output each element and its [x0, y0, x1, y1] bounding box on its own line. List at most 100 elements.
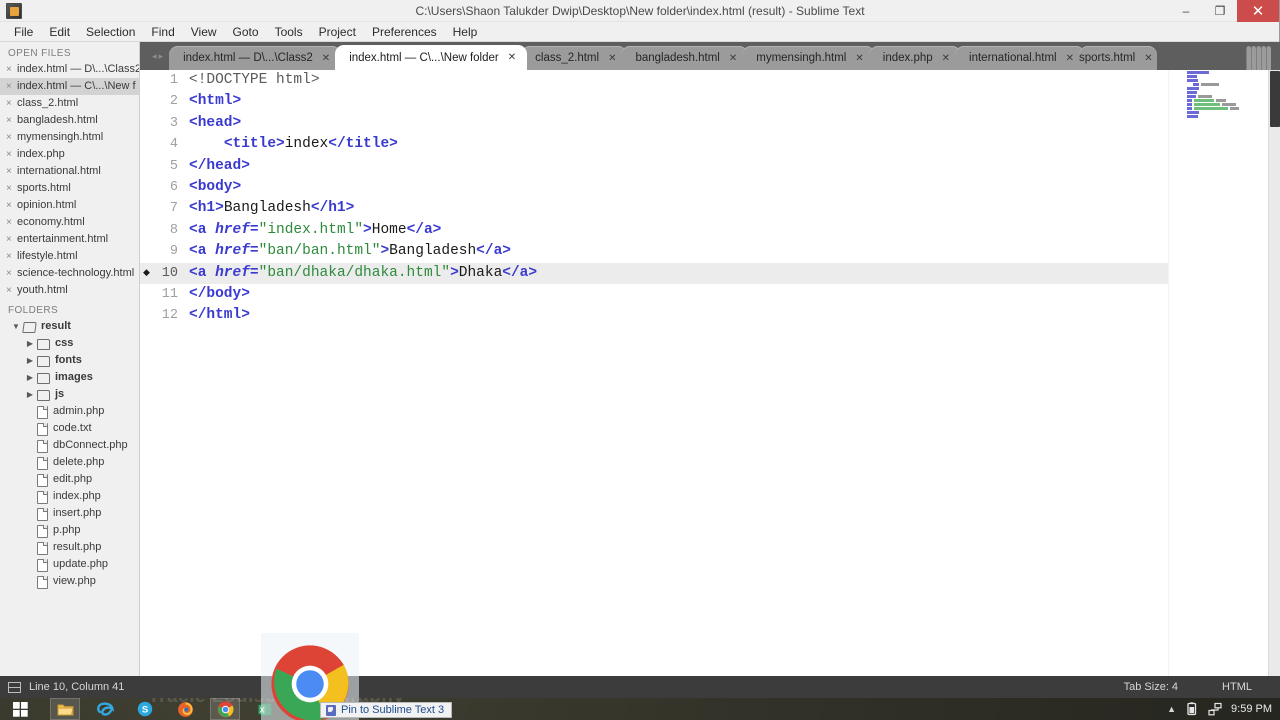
- maximize-button[interactable]: ❐: [1203, 0, 1237, 22]
- tree-file-item[interactable]: view.php: [0, 573, 139, 590]
- open-file-item[interactable]: × entertainment.html: [0, 231, 139, 248]
- skype-button[interactable]: S: [130, 698, 160, 720]
- code-line[interactable]: <head>: [185, 113, 1280, 134]
- editor-tab[interactable]: international.html ✕: [955, 46, 1085, 70]
- close-button[interactable]: ✕: [1237, 0, 1279, 22]
- tree-folder-item[interactable]: ▶ images: [0, 369, 139, 386]
- tree-file-item[interactable]: dbConnect.php: [0, 437, 139, 454]
- open-file-item[interactable]: × opinion.html: [0, 197, 139, 214]
- close-icon[interactable]: ×: [6, 112, 17, 129]
- tab-next-icon[interactable]: ▸: [159, 51, 166, 62]
- close-icon[interactable]: ×: [6, 78, 17, 95]
- code-line[interactable]: <!DOCTYPE html>: [185, 70, 1280, 91]
- open-file-item[interactable]: × economy.html: [0, 214, 139, 231]
- code-line[interactable]: <a href="index.html">Home</a>: [185, 220, 1280, 241]
- scrollbar-thumb[interactable]: [1270, 71, 1280, 127]
- code-line[interactable]: <html>: [185, 91, 1280, 112]
- open-file-item[interactable]: × sports.html: [0, 180, 139, 197]
- open-file-item[interactable]: × index.php: [0, 146, 139, 163]
- code-line[interactable]: </body>: [185, 284, 1280, 305]
- vertical-scrollbar[interactable]: [1268, 70, 1280, 676]
- close-icon[interactable]: ×: [6, 214, 17, 231]
- close-icon[interactable]: ✕: [508, 52, 516, 63]
- tree-file-item[interactable]: edit.php: [0, 471, 139, 488]
- tab-overflow-stack[interactable]: [1246, 44, 1280, 70]
- internet-explorer-button[interactable]: [90, 698, 120, 720]
- menu-item-edit[interactable]: Edit: [41, 22, 78, 42]
- code-line[interactable]: </head>: [185, 156, 1280, 177]
- code-line[interactable]: <a href="ban/ban.html">Bangladesh</a>: [185, 241, 1280, 262]
- close-icon[interactable]: ✕: [1144, 53, 1152, 64]
- minimap[interactable]: [1168, 70, 1280, 676]
- close-icon[interactable]: ×: [6, 248, 17, 265]
- code-line[interactable]: <title>index</title>: [185, 134, 1280, 155]
- tree-file-item[interactable]: code.txt: [0, 420, 139, 437]
- open-file-item[interactable]: × index.html — D\...\Class2: [0, 61, 139, 78]
- open-file-item[interactable]: × bangladesh.html: [0, 112, 139, 129]
- code-line[interactable]: <h1>Bangladesh</h1>: [185, 198, 1280, 219]
- close-icon[interactable]: ×: [6, 163, 17, 180]
- open-file-item[interactable]: × international.html: [0, 163, 139, 180]
- editor-tab[interactable]: index.html — C\...\New folder ✕: [335, 45, 528, 70]
- open-file-item[interactable]: × lifestyle.html: [0, 248, 139, 265]
- editor-tab[interactable]: mymensingh.html ✕: [742, 46, 875, 70]
- syntax-label[interactable]: HTML: [1200, 681, 1274, 693]
- close-icon[interactable]: ×: [6, 61, 17, 78]
- close-icon[interactable]: ×: [6, 197, 17, 214]
- taskbar-clock[interactable]: 9:59 PM: [1231, 703, 1272, 715]
- close-icon[interactable]: ×: [6, 265, 17, 282]
- close-icon[interactable]: ×: [6, 146, 17, 163]
- tab-navigation-arrows[interactable]: ◂ ▸: [150, 42, 167, 70]
- editor-tab[interactable]: bangladesh.html ✕: [621, 46, 749, 70]
- close-icon[interactable]: ×: [6, 231, 17, 248]
- start-button[interactable]: [0, 698, 40, 720]
- file-explorer-button[interactable]: [50, 698, 80, 720]
- tree-file-item[interactable]: insert.php: [0, 505, 139, 522]
- close-icon[interactable]: ×: [6, 95, 17, 112]
- close-icon[interactable]: ✕: [729, 53, 737, 64]
- open-file-item[interactable]: × science-technology.html: [0, 265, 139, 282]
- open-file-item[interactable]: × youth.html: [0, 282, 139, 299]
- tree-file-item[interactable]: result.php: [0, 539, 139, 556]
- battery-icon[interactable]: [1185, 702, 1199, 716]
- code-line[interactable]: </html>: [185, 305, 1280, 326]
- tab-sliver[interactable]: [1266, 46, 1271, 70]
- network-icon[interactable]: [1208, 702, 1222, 716]
- close-icon[interactable]: ✕: [608, 53, 616, 64]
- chevron-down-icon[interactable]: ▼: [10, 318, 22, 335]
- close-icon[interactable]: ✕: [855, 53, 863, 64]
- code-area[interactable]: 123456789101112 <!DOCTYPE html><html><he…: [140, 70, 1280, 676]
- tree-folder-item[interactable]: ▶ css: [0, 335, 139, 352]
- chevron-right-icon[interactable]: ▶: [24, 352, 36, 369]
- tree-file-item[interactable]: delete.php: [0, 454, 139, 471]
- tree-folder-item[interactable]: ▶ fonts: [0, 352, 139, 369]
- open-file-item[interactable]: × class_2.html: [0, 95, 139, 112]
- tray-expand-icon[interactable]: ▲: [1167, 704, 1176, 714]
- menu-item-tools[interactable]: Tools: [267, 22, 311, 42]
- tree-file-item[interactable]: admin.php: [0, 403, 139, 420]
- code-text[interactable]: <!DOCTYPE html> <html> <head> <title>index…: [185, 70, 1280, 676]
- code-line[interactable]: <body>: [185, 177, 1280, 198]
- close-icon[interactable]: ×: [6, 282, 17, 299]
- tree-file-item[interactable]: index.php: [0, 488, 139, 505]
- close-icon[interactable]: ×: [6, 180, 17, 197]
- editor-tab[interactable]: sports.html ✕: [1079, 46, 1157, 70]
- sidebar-toggle-icon[interactable]: [8, 681, 21, 693]
- menu-item-goto[interactable]: Goto: [225, 22, 267, 42]
- menu-item-find[interactable]: Find: [143, 22, 182, 42]
- code-line[interactable]: <a href="ban/dhaka/dhaka.html">Dhaka</a>: [185, 262, 1280, 284]
- chrome-taskbar-button[interactable]: [210, 698, 240, 720]
- tree-file-item[interactable]: p.php: [0, 522, 139, 539]
- minimize-button[interactable]: –: [1169, 0, 1203, 22]
- editor-tab[interactable]: index.php ✕: [868, 46, 962, 70]
- menu-item-project[interactable]: Project: [311, 22, 364, 42]
- open-file-item[interactable]: × mymensingh.html: [0, 129, 139, 146]
- close-icon[interactable]: ✕: [322, 53, 330, 64]
- chevron-right-icon[interactable]: ▶: [24, 335, 36, 352]
- menu-item-help[interactable]: Help: [445, 22, 486, 42]
- editor-tab[interactable]: class_2.html ✕: [521, 46, 628, 70]
- close-icon[interactable]: ✕: [942, 53, 950, 64]
- firefox-button[interactable]: [170, 698, 200, 720]
- tab-size-label[interactable]: Tab Size: 4: [1102, 681, 1200, 693]
- editor-tab[interactable]: index.html — D\...\Class2 ✕: [169, 46, 342, 70]
